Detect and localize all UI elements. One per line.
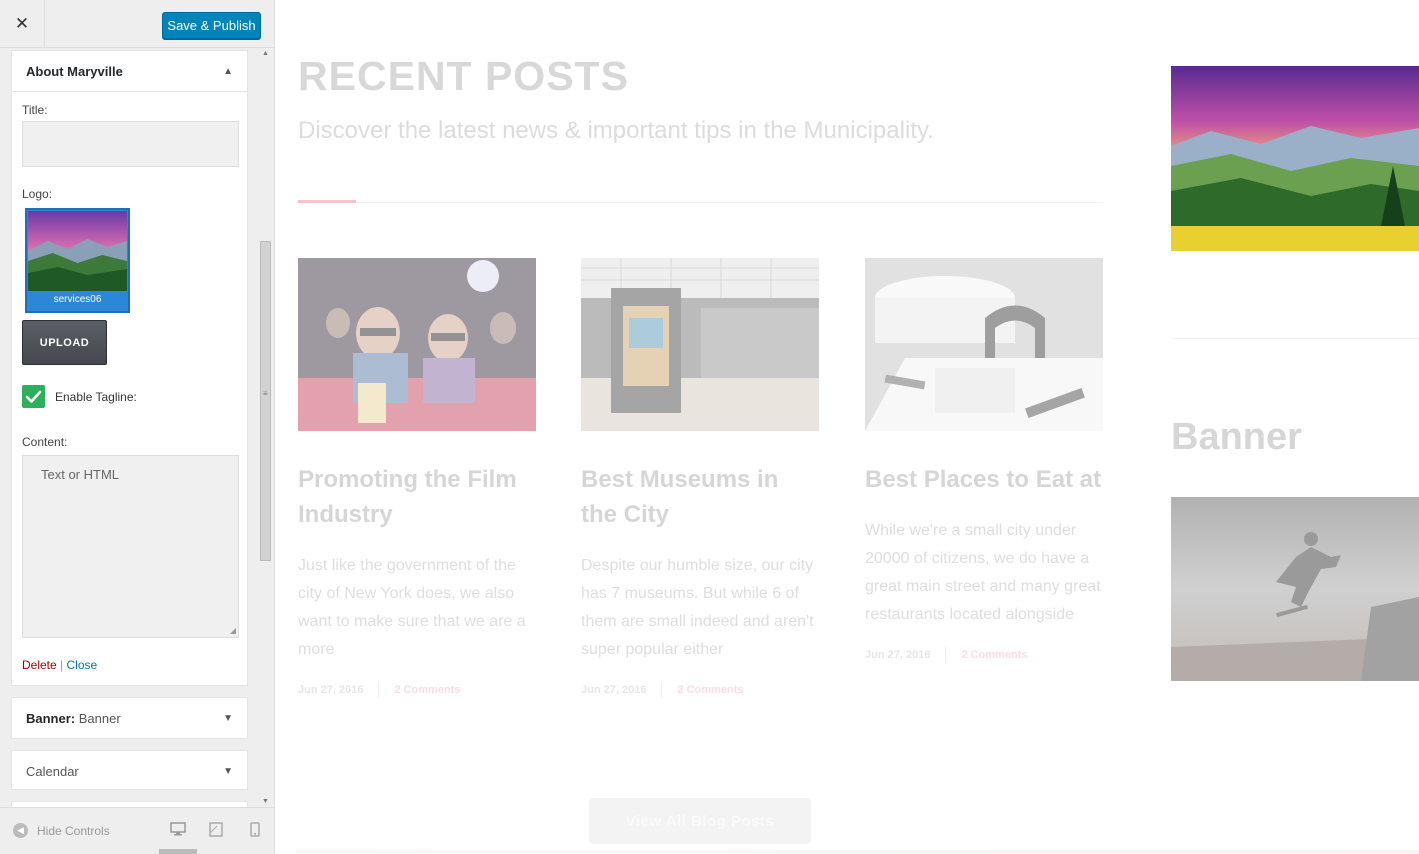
meta-divider (661, 682, 663, 698)
calendar-widget[interactable]: Calendar ▼ (11, 750, 248, 790)
upload-button[interactable]: UPLOAD (22, 320, 107, 365)
banner-heading: Banner (1171, 416, 1302, 458)
post-comments-link[interactable]: 2 Comments (394, 684, 460, 696)
post-date: Jun 27, 2016 (298, 684, 364, 696)
post-card: Promoting the Film Industry Just like th… (298, 258, 536, 698)
collapse-arrow-icon[interactable]: ▲ (223, 66, 233, 77)
tablet-icon[interactable] (209, 822, 223, 842)
post-image-restaurant[interactable] (865, 258, 1103, 431)
post-excerpt: Just like the government of the city of … (298, 557, 526, 658)
sidebar-scrollbar[interactable]: ▲ ≡ ▼ (257, 48, 274, 807)
aside-divider (1171, 338, 1419, 339)
mobile-icon[interactable] (250, 822, 260, 842)
widget-actions: Delete | Close (22, 658, 97, 672)
post-title[interactable]: Best Museums in the City (581, 462, 819, 532)
desktop-icon[interactable] (170, 822, 186, 841)
customizer-footer: ◀ Hide Controls (0, 807, 274, 854)
about-widget-header[interactable]: About Maryville ▲ (12, 51, 247, 92)
about-widget-title: About Maryville (26, 64, 123, 79)
calendar-widget-title: Calendar (26, 764, 79, 779)
scroll-up-arrow-icon[interactable]: ▲ (262, 50, 269, 57)
hide-controls-label: Hide Controls (37, 823, 110, 838)
post-excerpt: While we're a small city under 20000 of … (865, 522, 1101, 623)
post-meta: Jun 27, 2016 2 Comments (581, 682, 819, 698)
customizer-sidebar: ✕ Save & Publish About Maryville ▲ Title… (0, 0, 275, 854)
hide-controls-button[interactable]: ◀ Hide Controls (13, 823, 110, 838)
resize-handle-icon[interactable]: ◢ (230, 626, 236, 635)
site-preview: RECENT POSTS Discover the latest news & … (275, 0, 1419, 854)
post-date: Jun 27, 2016 (581, 684, 647, 696)
scroll-grip-icon: ≡ (263, 389, 268, 398)
close-icon: ✕ (14, 14, 30, 33)
banner-widget-name: Banner (78, 711, 121, 726)
view-all-posts-button[interactable]: View All Blog Posts (589, 798, 811, 844)
post-date: Jun 27, 2016 (865, 649, 931, 661)
post-title[interactable]: Promoting the Film Industry (298, 462, 536, 532)
post-title[interactable]: Best Places to Eat at (865, 462, 1103, 497)
post-comments-link[interactable]: 2 Comments (961, 649, 1027, 661)
collapse-icon: ◀ (13, 823, 28, 838)
meta-divider (378, 682, 380, 698)
title-input[interactable] (22, 121, 239, 167)
footer-strip (296, 850, 1419, 854)
logo-label: Logo: (22, 187, 53, 201)
enable-tagline-label: Enable Tagline: (55, 390, 137, 404)
post-card: Best Museums in the City Despite our hum… (581, 258, 819, 698)
post-excerpt: Despite our humble size, our city has 7 … (581, 557, 814, 658)
checkmark-icon (25, 390, 42, 403)
title-label: Title: (22, 103, 48, 117)
mountain-landscape-image (1171, 66, 1419, 251)
scroll-down-arrow-icon[interactable]: ▼ (262, 798, 269, 805)
recent-posts-subtitle: Discover the latest news & important tip… (298, 117, 934, 144)
about-widget: About Maryville ▲ Title: Logo: services0… (11, 50, 248, 686)
meta-divider (945, 647, 947, 663)
logo-image (28, 211, 127, 291)
customizer-header: ✕ Save & Publish (0, 0, 274, 48)
scrollbar-thumb[interactable]: ≡ (260, 241, 271, 561)
expand-arrow-icon[interactable]: ▼ (223, 713, 233, 724)
action-separator: | (60, 658, 64, 672)
post-image-cinema[interactable] (298, 258, 536, 431)
expand-arrow-icon[interactable]: ▼ (223, 766, 233, 777)
active-device-indicator (159, 849, 197, 854)
banner-widget-title: Banner: Banner (26, 711, 121, 726)
close-link[interactable]: Close (67, 658, 98, 672)
recent-posts-title: RECENT POSTS (298, 53, 629, 99)
post-meta: Jun 27, 2016 2 Comments (298, 682, 536, 698)
content-label: Content: (22, 435, 68, 449)
content-textarea[interactable]: Text or HTML ◢ (22, 455, 239, 638)
banner-widget[interactable]: Banner: Banner ▼ (11, 697, 248, 739)
skateboarder-banner-image[interactable] (1171, 497, 1419, 681)
save-publish-button[interactable]: Save & Publish (162, 12, 261, 39)
content-placeholder: Text or HTML (41, 467, 120, 482)
post-card: Best Places to Eat at While we're a smal… (865, 258, 1103, 663)
post-comments-link[interactable]: 2 Comments (677, 684, 743, 696)
section-divider (298, 202, 1102, 203)
logo-thumbnail[interactable]: services06 (25, 208, 130, 313)
section-accent-line (298, 200, 356, 203)
banner-widget-type: Banner: (26, 711, 76, 726)
logo-filename: services06 (53, 294, 102, 305)
post-meta: Jun 27, 2016 2 Comments (865, 647, 1103, 663)
enable-tagline-checkbox[interactable] (22, 385, 45, 408)
delete-link[interactable]: Delete (22, 658, 57, 672)
close-customizer-button[interactable]: ✕ (0, 0, 45, 48)
post-image-museum[interactable] (581, 258, 819, 431)
